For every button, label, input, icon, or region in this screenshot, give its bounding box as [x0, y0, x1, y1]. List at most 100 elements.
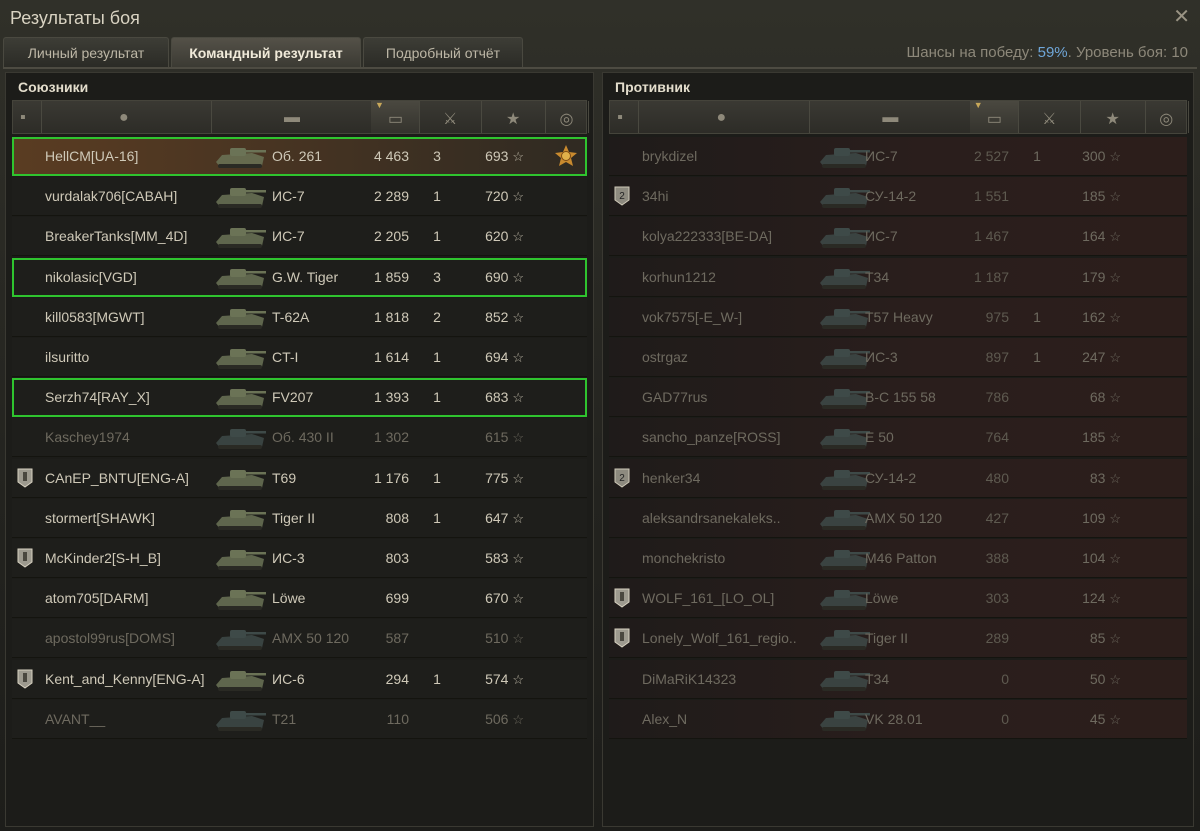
player-name: Kaschey1974 [45, 429, 130, 446]
xp-value: 852 ☆ [464, 309, 524, 326]
kills-value: 1 [1033, 148, 1041, 164]
player-name: sancho_panze[ROSS] [642, 429, 781, 446]
player-row[interactable]: McKinder2[S-H_B] ИС-3 803 583 ☆ [12, 539, 587, 578]
player-name: kill0583[MGWT] [45, 308, 145, 325]
xp-number: 720 [485, 188, 509, 205]
kills-value: 1 [433, 469, 441, 486]
badge-column-header[interactable]: ▪ [610, 101, 640, 133]
tank-icon [212, 582, 268, 614]
player-row[interactable]: CAnEP_BNTU[ENG-A] T69 1 176 1 775 ☆ [12, 458, 587, 498]
tank-icon [212, 381, 268, 413]
xp-star-column-header[interactable]: ★ [1080, 101, 1146, 133]
player-row[interactable]: stormert[SHAWK] Tiger II 808 1 647 ☆ [12, 498, 587, 538]
player-row[interactable]: sancho_panze[ROSS] E 50 764 185 ☆ [609, 418, 1187, 458]
medal-column-header[interactable]: ◎ [545, 101, 589, 133]
xp-value: 179 ☆ [1061, 269, 1121, 286]
player-row[interactable]: BreakerTanks[MM_4D] ИС-7 2 205 1 620 ☆ [12, 217, 587, 257]
xp-value: 50 ☆ [1061, 671, 1121, 688]
player-row[interactable]: vok7575[-E_W-] T57 Heavy 975 1 162 ☆ [609, 297, 1187, 337]
xp-value: 615 ☆ [464, 429, 524, 446]
platoon-2-icon: 2 [614, 468, 630, 488]
player-row[interactable]: WOLF_161_[LO_OL] Löwe 303 124 ☆ [609, 579, 1187, 619]
player-name: vok7575[-E_W-] [642, 308, 743, 325]
damage-value: 1 818 [373, 308, 409, 325]
badge-column-header[interactable]: ▪ [13, 101, 42, 133]
player-row[interactable]: AVANT__ T21 110 506 ☆ [12, 699, 587, 739]
tab-detailed[interactable]: Подробный отчёт [363, 37, 523, 67]
xp-value: 162 ☆ [1061, 309, 1121, 326]
player-name: atom705[DARM] [45, 590, 149, 607]
tank-icon [816, 703, 872, 735]
player-row[interactable]: ilsuritto CT-I 1 614 1 694 ☆ [12, 338, 587, 377]
kills-column-header[interactable]: ⚔ [419, 101, 482, 133]
tank-icon [816, 542, 872, 574]
damage-value: 587 [385, 630, 409, 647]
damage-value: 294 [385, 670, 409, 687]
tank-name: Tiger II [865, 630, 909, 647]
star-icon: ☆ [512, 470, 524, 486]
player-row[interactable]: Serzh74[RAY_X] FV207 1 393 1 683 ☆ [12, 378, 587, 418]
player-row[interactable]: atom705[DARM] Löwe 699 670 ☆ [12, 579, 587, 619]
tank-icon [816, 301, 872, 333]
player-name: CAnEP_BNTU[ENG-A] [45, 469, 189, 486]
tank-icon [816, 462, 872, 494]
player-row[interactable]: apostol99rus[DOMS] AMX 50 120 587 510 ☆ [12, 619, 587, 659]
player-row[interactable]: kolya222333[BE-DA] ИС-7 1 467 164 ☆ [609, 217, 1187, 257]
star-icon: ☆ [1109, 350, 1121, 365]
damage-value: 480 [985, 469, 1009, 486]
player-row[interactable]: brykdizel ИС-7 2 527 1 300 ☆ [609, 137, 1187, 176]
order-medal-icon[interactable] [555, 145, 577, 167]
tab-team[interactable]: Командный результат [171, 37, 361, 67]
player-name: Lonely_Wolf_161_regio.. [642, 630, 797, 647]
damage-value: 1 176 [373, 469, 409, 486]
player-row[interactable]: Kaschey1974 Об. 430 II 1 302 615 ☆ [12, 418, 587, 458]
xp-number: 164 [1082, 228, 1106, 245]
player-row[interactable]: Kent_and_Kenny[ENG-A] ИС-6 294 1 574 ☆ [12, 659, 587, 699]
player-name: aleksandrsanekaleks.. [642, 509, 781, 526]
star-icon: ☆ [1109, 551, 1121, 566]
player-name: HellCM[UA-16] [45, 148, 139, 164]
player-row[interactable]: GAD77rus B-C 155 58 786 68 ☆ [609, 378, 1187, 418]
xp-number: 510 [485, 630, 509, 647]
player-row[interactable]: 2 34hi СУ-14-2 1 551 185 ☆ [609, 177, 1187, 217]
player-row[interactable]: korhun1212 T34 1 187 179 ☆ [609, 257, 1187, 297]
player-name: BreakerTanks[MM_4D] [45, 228, 188, 245]
xp-star-column-header[interactable]: ★ [481, 101, 546, 133]
tank-icon [816, 341, 872, 373]
player-row[interactable]: aleksandrsanekaleks.. AMX 50 120 427 109 ☆ [609, 498, 1187, 538]
kills-column-header[interactable]: ⚔ [1018, 101, 1082, 133]
damage-column-icon: ▭ [388, 111, 404, 128]
battle-results-window: Результаты боя ✕ Личный результат Команд… [0, 0, 1200, 831]
battle-level: . Уровень боя: 10 [1067, 44, 1188, 61]
xp-number: 574 [485, 670, 509, 687]
player-row[interactable]: nikolasic[VGD] G.W. Tiger 1 859 3 690 ☆ [12, 257, 587, 297]
player-row[interactable]: kill0583[MGWT] T-62A 1 818 2 852 ☆ [12, 297, 587, 337]
player-row[interactable]: Alex_N VK 28.01 0 45 ☆ [609, 699, 1187, 739]
player-column-header[interactable]: ● [41, 101, 212, 133]
xp-number: 852 [485, 308, 509, 325]
xp-number: 693 [485, 148, 509, 164]
player-row[interactable]: DiMaRiK14323 T34 0 50 ☆ [609, 659, 1187, 699]
player-row[interactable]: vurdalak706[CABAH] ИС-7 2 289 1 720 ☆ [12, 177, 587, 217]
damage-column-header[interactable]: ▭ ▼ [371, 100, 420, 133]
medal-column-header[interactable]: ◎ [1145, 101, 1189, 133]
player-row[interactable]: Lonely_Wolf_161_regio.. Tiger II 289 85 ☆ [609, 619, 1187, 659]
tank-column-header[interactable]: ▬ [809, 101, 971, 133]
tab-personal[interactable]: Личный результат [3, 37, 169, 67]
damage-value: 764 [985, 429, 1009, 446]
xp-value: 583 ☆ [464, 550, 524, 567]
player-column-header[interactable]: ● [638, 101, 810, 133]
tank-icon [212, 542, 268, 574]
tank-name: ИС-7 [865, 228, 898, 245]
player-row[interactable]: HellCM[UA-16] Об. 261 4 463 3 693 ☆ [12, 137, 587, 176]
player-name: ostrgaz [642, 349, 688, 365]
player-name: nikolasic[VGD] [45, 268, 137, 285]
player-row[interactable]: ostrgaz ИС-3 897 1 247 ☆ [609, 338, 1187, 377]
xp-number: 83 [1089, 469, 1106, 486]
close-icon[interactable]: ✕ [1173, 4, 1190, 29]
tank-name: ИС-3 [865, 349, 898, 365]
damage-column-header[interactable]: ▭ ▼ [969, 100, 1020, 133]
player-row[interactable]: 2 henker34 СУ-14-2 480 83 ☆ [609, 458, 1187, 498]
tank-column-header[interactable]: ▬ [211, 101, 372, 133]
player-row[interactable]: monchekristo M46 Patton 388 104 ☆ [609, 539, 1187, 578]
